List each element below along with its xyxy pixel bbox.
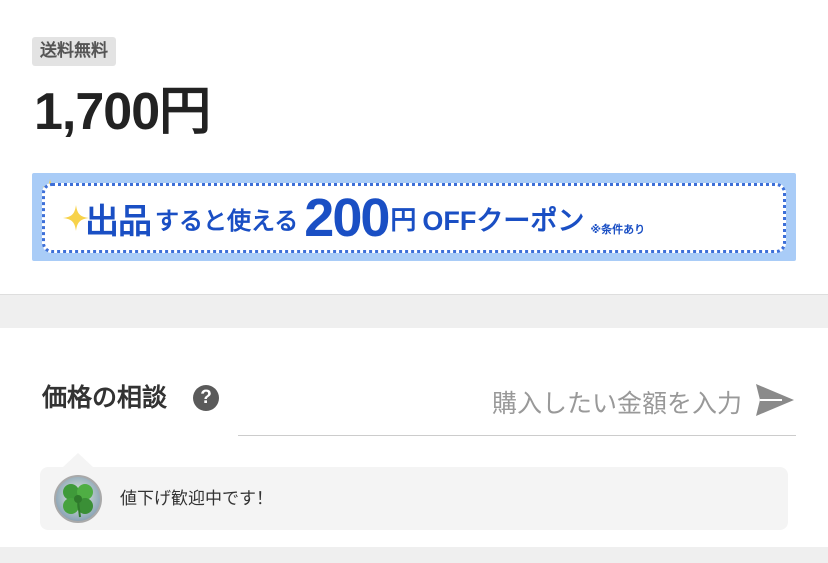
input-underline xyxy=(238,435,796,436)
sparkle-icon xyxy=(63,205,89,231)
coupon-banner[interactable]: 出品 すると使える 200 円 OFFクーポン ※条件あり xyxy=(32,173,796,261)
product-price-section: 送料無料 1,700円 出品 すると使える 200 円 OFFクーポン ※条件あ… xyxy=(0,0,828,563)
coupon-banner-inner: 出品 すると使える 200 円 OFFクーポン ※条件あり xyxy=(42,183,786,253)
comment-bubble-tail xyxy=(62,453,94,468)
coupon-yen: 円 xyxy=(390,205,417,236)
coupon-shuppin-text: 出品 xyxy=(85,201,152,242)
offer-amount-input[interactable] xyxy=(238,370,750,436)
section-divider xyxy=(0,547,828,563)
free-shipping-badge: 送料無料 xyxy=(32,37,116,66)
clover-icon xyxy=(63,484,93,518)
question-circle-icon[interactable]: ? xyxy=(193,385,219,411)
section-divider xyxy=(0,294,828,328)
seller-comment-text: 値下げ歓迎中です！ xyxy=(120,489,273,509)
price-text: 1,700円 xyxy=(34,83,211,141)
coupon-mid-text: すると使える xyxy=(155,206,299,235)
send-arrow-icon[interactable] xyxy=(752,380,796,420)
price-negotiation-label: 価格の相談 xyxy=(42,383,168,412)
coupon-amount: 200 xyxy=(304,188,390,248)
coupon-conditions-note: ※条件あり xyxy=(590,223,646,236)
clover-avatar[interactable] xyxy=(54,475,102,523)
seller-comment-bubble: 値下げ歓迎中です！ xyxy=(40,467,788,530)
coupon-off-text: OFFクーポン xyxy=(422,205,585,236)
